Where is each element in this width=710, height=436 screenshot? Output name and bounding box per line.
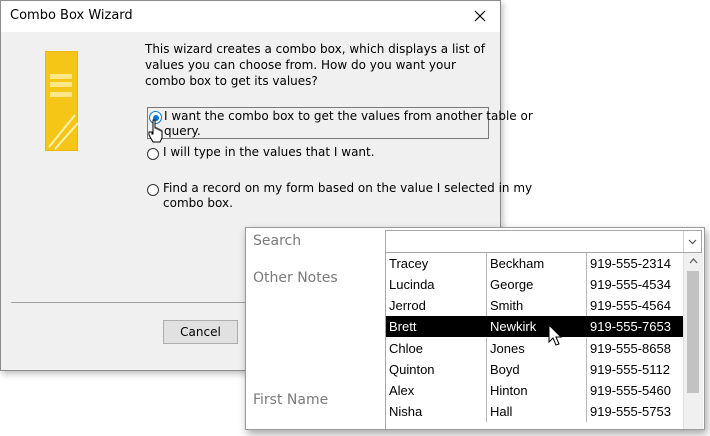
cancel-button[interactable]: Cancel [163,320,238,344]
list-item[interactable]: Alex Hinton 919-555-5460 [386,380,683,401]
phone-cell: 919-555-5112 [586,359,683,380]
list-item[interactable]: Tracey Beckham 919-555-2314 [386,253,683,274]
option-label: Find a record on my form based on the va… [163,181,533,210]
scrollbar-thumb[interactable] [687,271,699,393]
phone-cell: 919-555-7653 [586,316,683,337]
wizard-description: This wizard creates a combo box, which d… [145,42,485,88]
first-name-cell: Brett [389,319,417,334]
chevron-down-icon[interactable] [683,231,701,252]
close-icon[interactable] [468,4,492,28]
first-name-cell: Tracey [389,256,429,271]
list-item[interactable]: Nisha Hall 919-555-5753 [386,401,683,422]
phone-cell: 919-555-4564 [586,295,683,316]
last-name-cell: Smith [486,295,586,316]
scroll-up-arrow-icon[interactable] [684,253,703,270]
phone-cell: 919-555-5753 [586,401,683,422]
first-name-cell: Lucinda [389,277,435,292]
option-label: I want the combo box to get the values f… [164,109,533,138]
wizard-illustration-icon [45,51,78,151]
first-name-label: First Name [253,392,329,408]
first-name-cell: Chloe [389,341,423,356]
first-name-cell: Jerrod [389,298,426,313]
option-from-table[interactable]: I want the combo box to get the values f… [147,107,533,139]
last-name-cell: Boyd [486,359,586,380]
form-window: Search Other Notes First Name Tracey Bec… [245,227,705,430]
phone-cell: 919-555-2314 [586,253,683,274]
dialog-title: Combo Box Wizard [10,8,133,23]
vertical-scrollbar[interactable] [683,253,703,429]
other-notes-label: Other Notes [253,270,338,286]
phone-cell: 919-555-4534 [586,274,683,295]
first-name-cell: Alex [389,383,415,398]
option-label: I will type in the values that I want. [163,145,375,159]
radio-button[interactable] [147,148,159,160]
search-combo-box[interactable] [385,230,702,253]
first-name-cell: Nisha [389,404,423,419]
combo-dropdown-list[interactable]: Tracey Beckham 919-555-2314 Lucinda Geor… [385,253,703,429]
last-name-cell: Beckham [486,253,586,274]
hand-cursor-icon [148,119,163,143]
title-bar: Combo Box Wizard [1,1,500,32]
first-name-cell: Quinton [389,362,435,377]
list-item[interactable]: Chloe Jones 919-555-8658 [386,338,683,359]
list-item-selected[interactable]: Brett Newkirk 919-555-7653 [386,316,683,337]
last-name-cell: Newkirk [486,316,586,337]
search-label: Search [253,233,302,249]
arrow-cursor-icon [548,324,563,346]
last-name-cell: Hinton [486,380,586,401]
list-item[interactable]: Quinton Boyd 919-555-5112 [386,359,683,380]
phone-cell: 919-555-8658 [586,338,683,359]
radio-button[interactable] [147,184,159,196]
list-item[interactable]: Lucinda George 919-555-4534 [386,274,683,295]
last-name-cell: Jones [486,338,586,359]
last-name-cell: George [486,274,586,295]
list-item[interactable]: Jerrod Smith 919-555-4564 [386,295,683,316]
phone-cell: 919-555-5460 [586,380,683,401]
last-name-cell: Hall [486,401,586,422]
